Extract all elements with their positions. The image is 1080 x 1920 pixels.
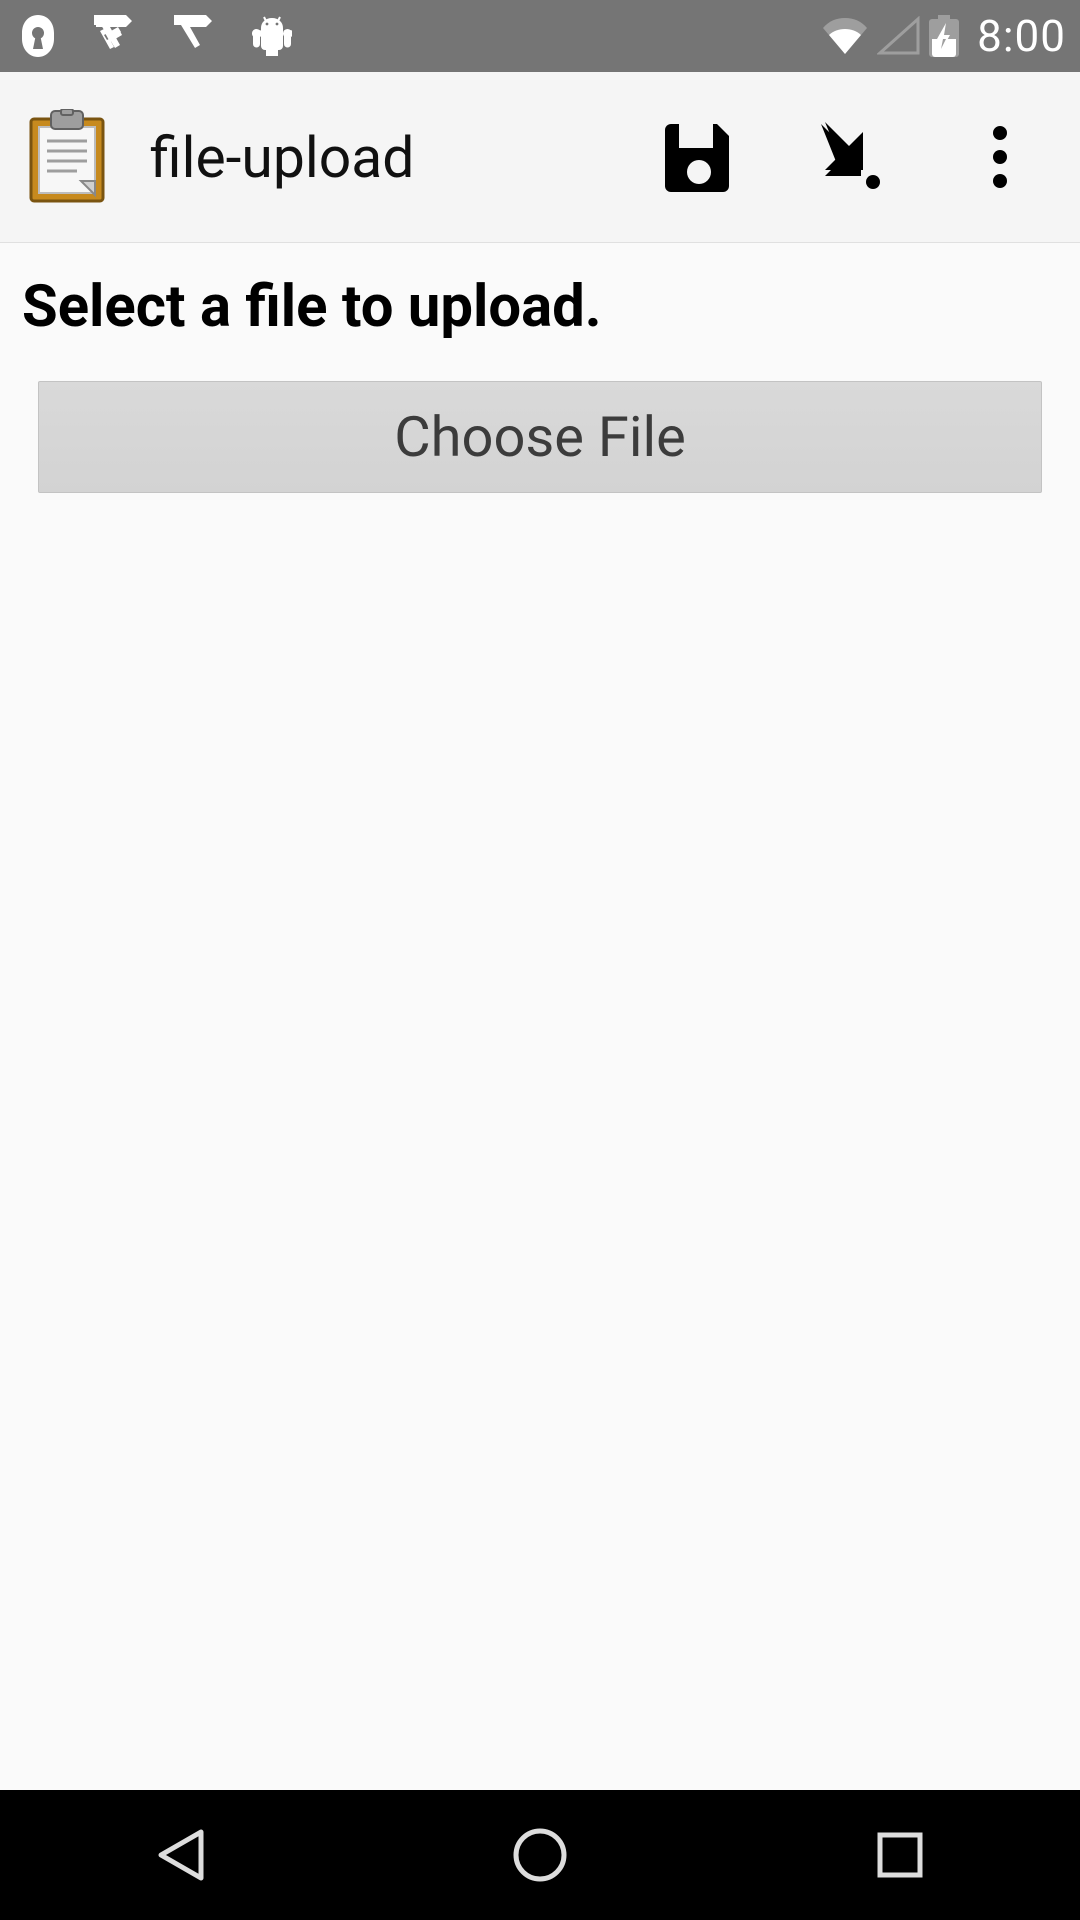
nav-back-button[interactable] [140,1815,220,1895]
save-icon [663,120,737,194]
save-button[interactable] [660,117,740,197]
more-vert-icon [992,125,1008,189]
choose-file-button[interactable]: Choose File [38,381,1042,493]
cell-signal-icon [877,16,921,56]
app-bar: file-upload [0,72,1080,243]
status-time: 8:00 [967,10,1066,62]
status-left-group [22,15,292,57]
nav-recent-icon [874,1829,926,1881]
app-title: file-upload [135,124,660,191]
app-actions [660,117,1070,197]
app-icon[interactable] [25,109,135,205]
main-content: Select a file to upload. Choose File [0,243,1080,1790]
download-button[interactable] [810,117,890,197]
lock-keyhole-icon [22,15,54,57]
more-options-button[interactable] [960,117,1040,197]
clipboard-icon [25,109,109,205]
checkmark-badge-icon [92,15,134,57]
wifi-icon [821,16,869,56]
checkmark-badge-icon [172,15,214,57]
page-heading: Select a file to upload. [0,255,1080,381]
nav-home-icon [511,1826,569,1884]
nav-home-button[interactable] [500,1815,580,1895]
android-nav-bar [0,1790,1080,1920]
android-status-bar: 8:00 [0,0,1080,72]
nav-back-icon [153,1826,207,1884]
download-arrow-icon [811,118,889,196]
android-icon [252,16,292,56]
battery-charging-icon [929,15,959,57]
nav-recent-button[interactable] [860,1815,940,1895]
status-right-group: 8:00 [821,10,1066,62]
